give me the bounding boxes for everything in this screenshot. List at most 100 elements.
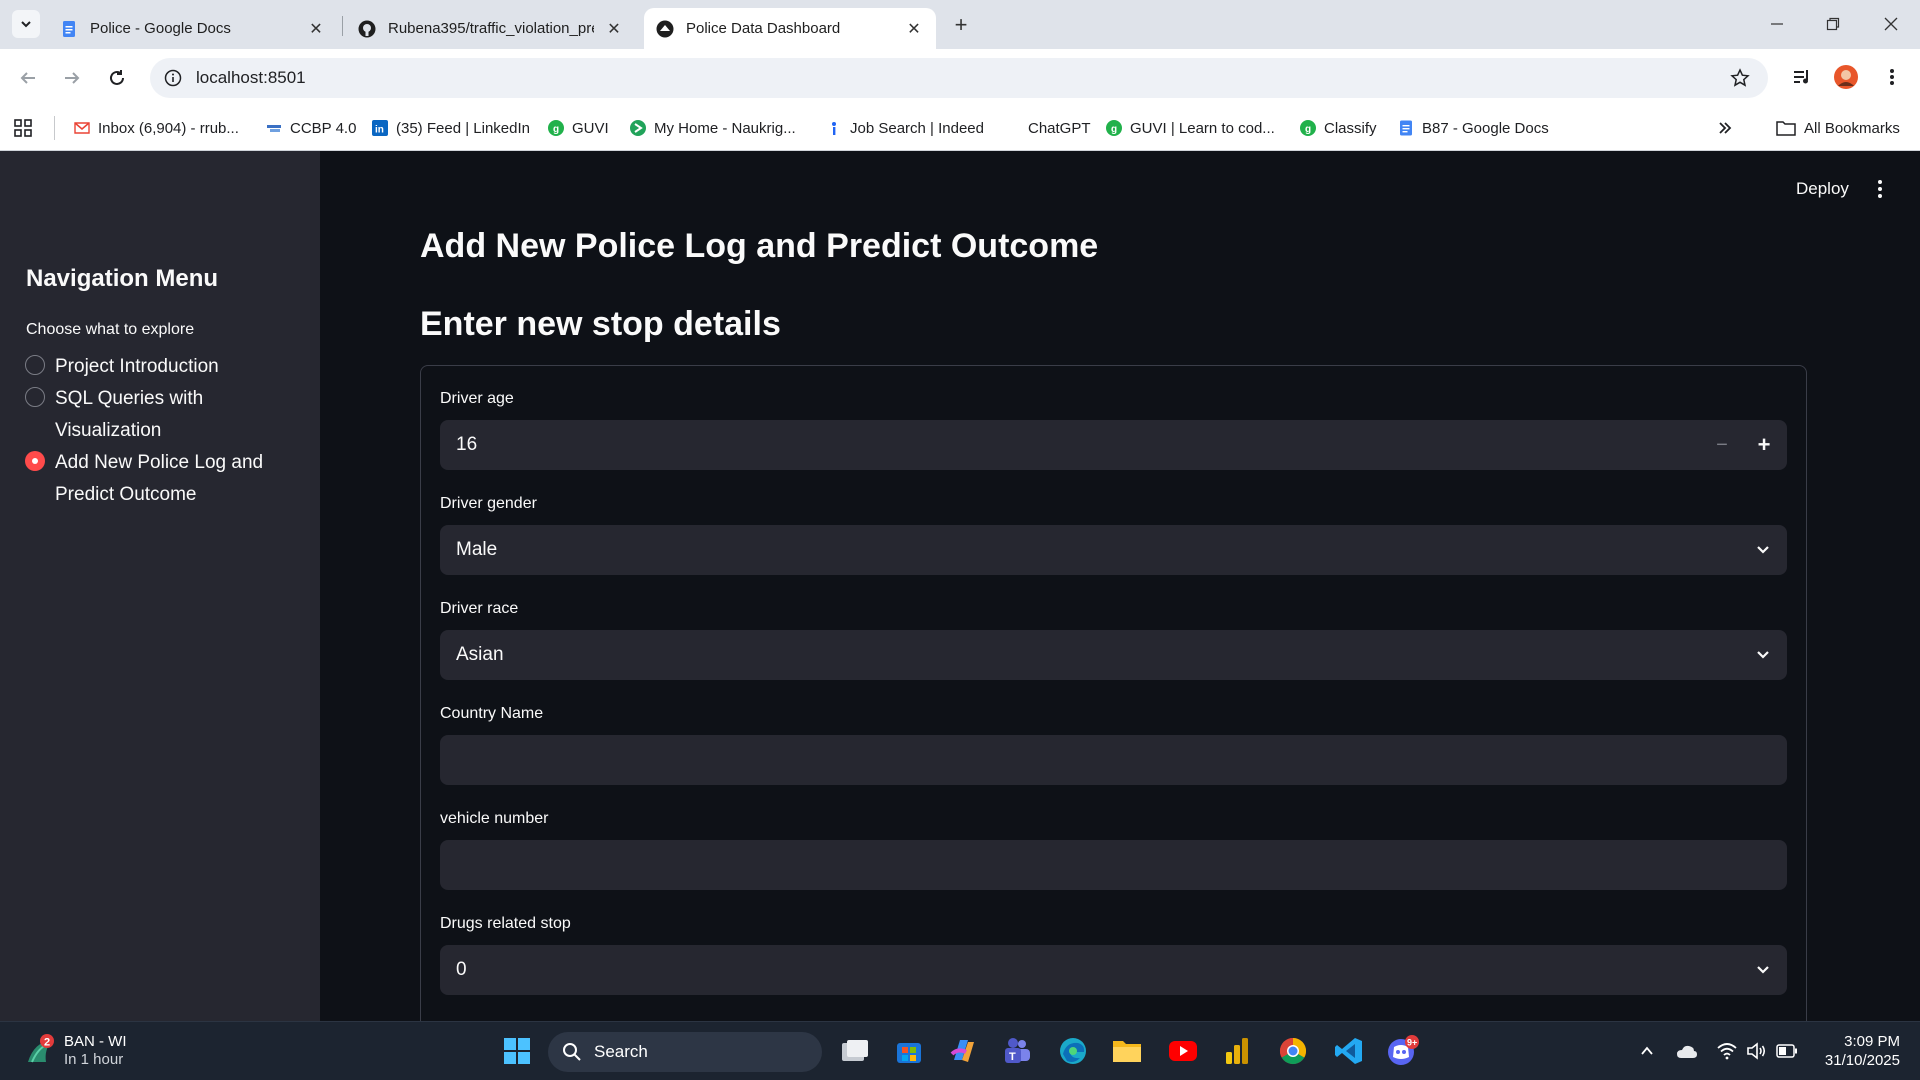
- tab-title: Police Data Dashboard: [686, 20, 841, 37]
- new-tab-button[interactable]: +: [948, 12, 974, 38]
- driver-age-label: Driver age: [440, 390, 514, 407]
- task-view-button[interactable]: [838, 1034, 872, 1068]
- nav-option-label: SQL Queries with Visualization: [55, 388, 204, 441]
- tab-police-google-docs[interactable]: Police - Google Docs ✕: [48, 8, 338, 49]
- battery-button[interactable]: [1776, 1040, 1798, 1062]
- app-menu-button[interactable]: [1868, 177, 1892, 201]
- sidebar-caption: Choose what to explore: [26, 321, 195, 338]
- more-vert-icon: [1878, 180, 1882, 184]
- wifi-icon: [1717, 1043, 1737, 1060]
- radio-button-selected[interactable]: [25, 451, 45, 471]
- taskbar-search[interactable]: Search: [548, 1032, 822, 1072]
- bookmark-classify[interactable]: g Classify: [1300, 116, 1377, 140]
- browser-menu-button[interactable]: [1878, 63, 1906, 91]
- bookmark-star-icon[interactable]: [1730, 68, 1750, 88]
- vscode-button[interactable]: [1332, 1034, 1366, 1068]
- driver-gender-select[interactable]: Male: [440, 525, 1787, 575]
- discord-button[interactable]: 9+: [1386, 1034, 1420, 1068]
- nav-option-add-police-log[interactable]: Add New Police Log and Predict Outcome: [25, 447, 265, 511]
- microsoft-store-button[interactable]: [892, 1034, 926, 1068]
- drugs-related-stop-select[interactable]: 0: [440, 945, 1787, 995]
- driver-race-select[interactable]: Asian: [440, 630, 1787, 680]
- deploy-button[interactable]: Deploy: [1796, 179, 1849, 199]
- driver-age-value: 16: [456, 434, 478, 455]
- power-bi-button[interactable]: [1220, 1034, 1254, 1068]
- increment-button[interactable]: +: [1749, 430, 1779, 460]
- folder-icon: [1776, 120, 1796, 136]
- nav-option-sql-queries[interactable]: SQL Queries with Visualization: [25, 383, 265, 447]
- vehicle-number-input[interactable]: [440, 840, 1787, 890]
- close-window-button[interactable]: [1876, 10, 1906, 38]
- browser-toolbar: localhost:8501: [0, 49, 1920, 106]
- cloud-icon: [1677, 1045, 1697, 1058]
- plus-icon: +: [1757, 432, 1771, 457]
- minimize-button[interactable]: [1762, 10, 1792, 38]
- start-button[interactable]: [500, 1034, 534, 1068]
- indeed-icon: [826, 120, 842, 136]
- bookmark-label: GUVI | Learn to cod...: [1130, 119, 1275, 137]
- media-controls-button[interactable]: [1788, 63, 1816, 91]
- wifi-button[interactable]: [1716, 1040, 1738, 1062]
- close-icon[interactable]: ✕: [904, 19, 924, 39]
- youtube-icon: [1169, 1041, 1197, 1061]
- github-icon: [358, 20, 376, 38]
- minimize-icon: [1771, 23, 1783, 25]
- file-explorer-button[interactable]: [1110, 1034, 1144, 1068]
- site-info-icon[interactable]: [164, 69, 182, 87]
- decrement-button[interactable]: −: [1707, 430, 1737, 460]
- teams-button[interactable]: T: [1000, 1034, 1034, 1068]
- address-bar[interactable]: localhost:8501: [150, 58, 1768, 98]
- tab-github-repo[interactable]: Rubena395/traffic_violation_pre ✕: [346, 8, 636, 49]
- bookmark-indeed[interactable]: Job Search | Indeed: [826, 116, 984, 140]
- guvi-icon: g: [1300, 120, 1316, 136]
- country-name-label: Country Name: [440, 705, 544, 722]
- all-bookmarks-button[interactable]: All Bookmarks: [1776, 116, 1900, 140]
- apps-button[interactable]: [14, 116, 32, 140]
- copilot-button[interactable]: [946, 1034, 980, 1068]
- onedrive-button[interactable]: [1676, 1040, 1698, 1062]
- nav-option-label: Add New Police Log and Predict Outcome: [55, 452, 264, 505]
- tab-police-data-dashboard[interactable]: Police Data Dashboard ✕: [644, 8, 936, 49]
- weather-icon: 2: [24, 1034, 56, 1066]
- radio-button[interactable]: [25, 355, 45, 375]
- url-text: localhost:8501: [196, 68, 306, 87]
- bookmark-guvi[interactable]: g GUVI: [548, 116, 609, 140]
- country-name-input[interactable]: [440, 735, 1787, 785]
- tab-separator: [342, 16, 343, 36]
- restore-button[interactable]: [1818, 10, 1848, 38]
- copilot-icon: [950, 1040, 974, 1062]
- tab-search-button[interactable]: [12, 10, 40, 38]
- driver-age-input[interactable]: 16 − +: [440, 420, 1787, 470]
- radio-button[interactable]: [25, 387, 45, 407]
- chevron-up-icon: [1641, 1046, 1653, 1055]
- bookmark-b87-docs[interactable]: B87 - Google Docs: [1398, 116, 1549, 140]
- system-clock[interactable]: 3:09 PM 31/10/2025: [1810, 1032, 1900, 1070]
- bookmark-gmail[interactable]: Inbox (6,904) - rrub...: [74, 116, 239, 140]
- edge-button[interactable]: [1056, 1034, 1090, 1068]
- close-icon[interactable]: ✕: [604, 19, 624, 39]
- sidebar-title: Navigation Menu: [26, 265, 219, 292]
- profile-avatar[interactable]: [1832, 63, 1860, 91]
- bookmark-chatgpt[interactable]: ChatGPT: [1004, 116, 1091, 140]
- bookmark-ccbp[interactable]: CCBP 4.0: [266, 116, 356, 140]
- close-icon[interactable]: ✕: [306, 19, 326, 39]
- bookmark-guvi-learn[interactable]: g GUVI | Learn to cod...: [1106, 116, 1275, 140]
- bookmark-naukri[interactable]: My Home - Naukrig...: [630, 116, 796, 140]
- reload-button[interactable]: [103, 64, 131, 92]
- bookmark-label: CCBP 4.0: [290, 119, 357, 137]
- volume-button[interactable]: [1746, 1040, 1768, 1062]
- bookmark-linkedin[interactable]: in (35) Feed | LinkedIn: [372, 116, 530, 140]
- guvi-icon: g: [1106, 120, 1122, 136]
- more-bookmarks-button[interactable]: [1718, 116, 1732, 140]
- google-docs-icon: [60, 20, 78, 38]
- nav-option-project-introduction[interactable]: Project Introduction: [25, 351, 265, 383]
- clock-date: 31/10/2025: [1824, 1052, 1900, 1069]
- drugs-related-stop-label: Drugs related stop: [440, 915, 571, 932]
- weather-widget[interactable]: 2 BAN - WI In 1 hour: [24, 1032, 127, 1068]
- chrome-button[interactable]: [1276, 1034, 1310, 1068]
- google-docs-icon: [1398, 120, 1414, 136]
- show-hidden-icons-button[interactable]: [1636, 1040, 1658, 1062]
- youtube-button[interactable]: [1166, 1034, 1200, 1068]
- back-button[interactable]: [14, 64, 42, 92]
- forward-button[interactable]: [58, 64, 86, 92]
